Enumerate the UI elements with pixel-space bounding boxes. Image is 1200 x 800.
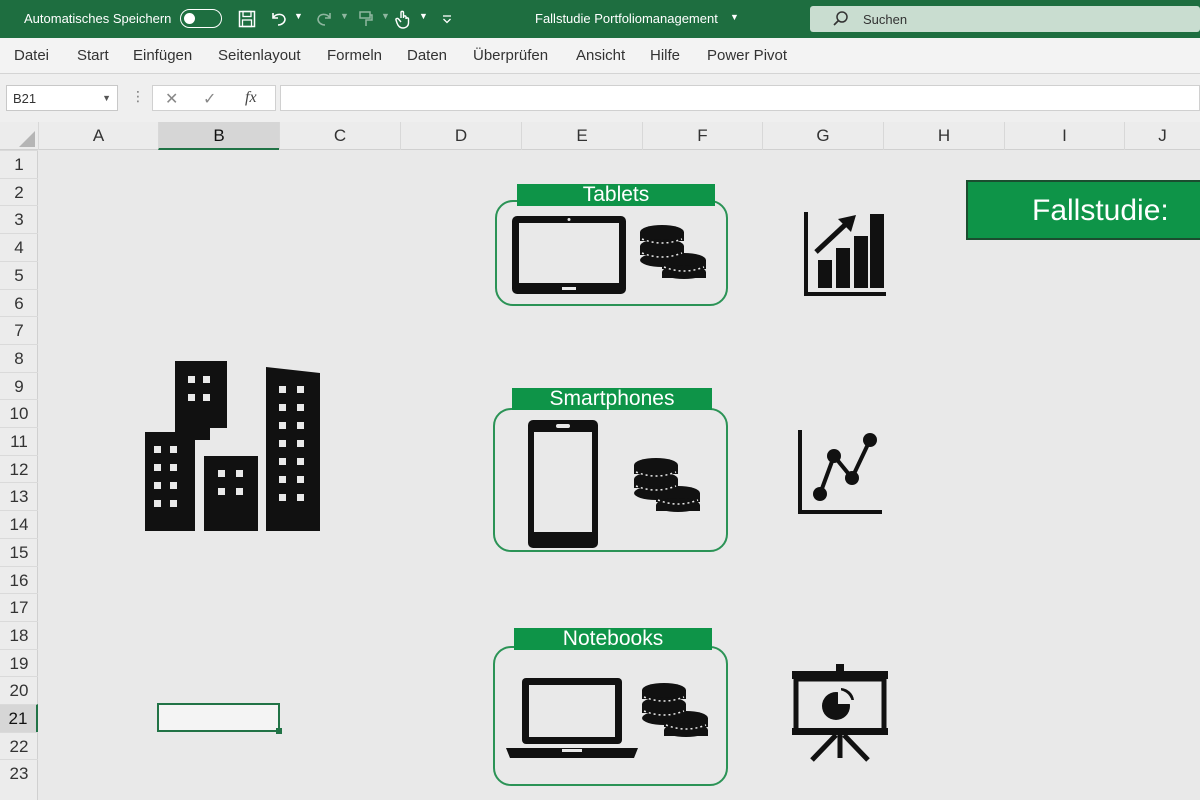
row-header[interactable]: 3 [0,205,38,233]
coins-icon [634,458,700,517]
column-header[interactable]: C [279,122,400,150]
cancel-icon[interactable]: ✕ [165,89,178,109]
column-header[interactable]: A [38,122,158,150]
search-placeholder: Suchen [863,12,908,27]
row-header[interactable]: 10 [0,399,38,427]
touch-mode-dropdown-icon[interactable]: ▼ [419,11,428,21]
row-header[interactable]: 7 [0,316,38,344]
column-header[interactable]: J [1124,122,1200,150]
row-header[interactable]: 13 [0,482,38,510]
coins-icon [642,683,708,742]
row-header[interactable]: 14 [0,510,38,538]
smartphone-icon [528,420,598,548]
column-header[interactable]: D [400,122,521,150]
title-bar: Automatisches Speichern ▼ ▼ ▼ ▼ Fallstud… [0,0,1200,38]
tab-datei[interactable]: Datei [14,47,49,64]
formula-bar: B21 ▼ ⋮ ✕ ✓ fx [0,74,1200,122]
name-box-value: B21 [13,91,37,106]
tab-start[interactable]: Start [77,47,109,64]
laptop-icon [506,678,638,758]
row-header-selected[interactable]: 21 [0,704,38,732]
autosave-toggle[interactable] [180,9,222,28]
name-box[interactable]: B21 ▼ [6,85,118,111]
row-header[interactable]: 18 [0,620,38,649]
row-header[interactable]: 8 [0,343,38,372]
row-header[interactable]: 11 [0,427,38,455]
tab-einfuegen[interactable]: Einfügen [133,47,192,64]
tab-power-pivot[interactable]: Power Pivot [707,47,787,64]
row-headers: 1 2 3 4 5 6 7 8 9 10 11 12 13 14 15 16 1… [0,150,38,800]
row-header[interactable]: 19 [0,648,38,677]
coins-icon [640,225,706,284]
buildings-icon[interactable] [140,358,324,534]
formula-input[interactable] [280,85,1200,111]
undo-icon[interactable] [268,9,290,29]
product-label-notebooks[interactable]: Notebooks [514,628,712,650]
row-header[interactable]: 16 [0,565,38,594]
column-header[interactable]: F [642,122,762,150]
row-header[interactable]: 9 [0,371,38,400]
formula-bar-grip-icon: ⋮ [131,88,145,104]
save-icon[interactable] [236,9,258,29]
formula-buttons: ✕ ✓ fx [152,85,276,111]
search-icon [833,11,848,26]
row-header[interactable]: 5 [0,260,38,289]
select-all-corner[interactable] [0,122,38,150]
tab-formeln[interactable]: Formeln [327,47,382,64]
active-cell[interactable] [157,703,282,734]
row-header[interactable]: 22 [0,731,38,760]
tab-seitenlayout[interactable]: Seitenlayout [218,47,301,64]
tab-ansicht[interactable]: Ansicht [576,47,625,64]
format-painter-icon[interactable] [355,9,377,29]
product-label-tablets[interactable]: Tablets [517,184,715,206]
row-header[interactable]: 23 [0,759,38,787]
format-painter-dropdown-icon[interactable]: ▼ [381,11,390,21]
column-header-selected[interactable]: B [158,122,279,150]
redo-icon[interactable] [313,9,335,29]
case-study-banner[interactable]: Fallstudie: [966,180,1200,240]
tab-ueberpruefen[interactable]: Überprüfen [473,47,548,64]
column-header[interactable]: E [521,122,642,150]
row-header[interactable]: 4 [0,233,38,261]
row-header[interactable]: 12 [0,454,38,483]
ribbon-tabs: Datei Start Einfügen Seitenlayout Formel… [0,38,1200,74]
row-header[interactable]: 15 [0,537,38,566]
column-headers: A B C D E F G H I J [0,122,1200,150]
presentation-board-icon[interactable] [790,664,890,762]
column-header[interactable]: H [883,122,1004,150]
search-box[interactable]: Suchen [810,6,1200,32]
row-header[interactable]: 1 [0,150,38,178]
column-header[interactable]: I [1004,122,1124,150]
insert-function-icon[interactable]: fx [245,89,257,107]
undo-dropdown-icon[interactable]: ▼ [294,11,303,21]
tablet-icon [512,216,626,294]
tab-hilfe[interactable]: Hilfe [650,47,680,64]
redo-dropdown-icon[interactable]: ▼ [340,11,349,21]
row-header[interactable]: 2 [0,177,38,206]
product-label-smartphones[interactable]: Smartphones [512,388,712,410]
autosave-label: Automatisches Speichern [24,11,172,26]
row-header[interactable]: 17 [0,593,38,621]
case-study-banner-text: Fallstudie: [1032,194,1169,227]
column-header[interactable]: G [762,122,883,150]
document-title-dropdown-icon[interactable]: ▼ [730,12,739,22]
row-header[interactable]: 20 [0,676,38,704]
growth-bar-chart-icon[interactable] [804,210,888,298]
line-chart-icon[interactable] [796,428,884,516]
tab-daten[interactable]: Daten [407,47,447,64]
touch-mode-icon[interactable] [392,9,414,29]
customize-toolbar-icon[interactable] [436,9,458,29]
name-box-dropdown-icon[interactable]: ▼ [102,93,111,103]
enter-icon[interactable]: ✓ [203,89,216,109]
document-title[interactable]: Fallstudie Portfoliomanagement [535,11,718,26]
row-header[interactable]: 6 [0,288,38,317]
